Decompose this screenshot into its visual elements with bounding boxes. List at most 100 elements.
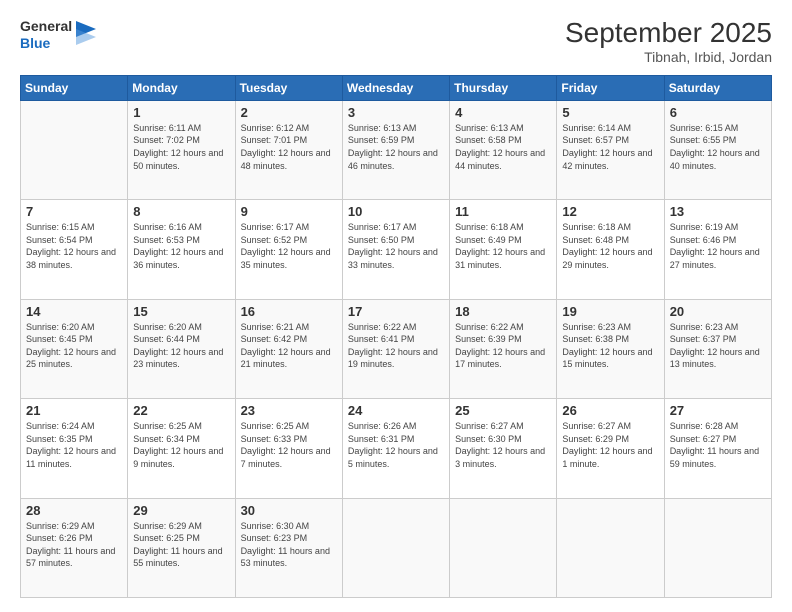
day-info: Sunrise: 6:24 AM Sunset: 6:35 PM Dayligh… [26,420,122,470]
header: GeneralBlue September 2025 Tibnah, Irbid… [20,18,772,65]
sunrise-label: Sunrise: 6:17 AM [241,222,310,232]
logo-flag-icon [76,21,96,49]
day-number: 22 [133,403,229,418]
header-tuesday: Tuesday [235,75,342,100]
sunset-label: Sunset: 6:37 PM [670,334,737,344]
sunset-label: Sunset: 6:44 PM [133,334,200,344]
day-info: Sunrise: 6:28 AM Sunset: 6:27 PM Dayligh… [670,420,766,470]
daylight-label: Daylight: 12 hours and 11 minutes. [26,446,116,469]
sunrise-label: Sunrise: 6:23 AM [670,322,739,332]
week-row-2: 7 Sunrise: 6:15 AM Sunset: 6:54 PM Dayli… [21,200,772,299]
table-cell: 23 Sunrise: 6:25 AM Sunset: 6:33 PM Dayl… [235,399,342,498]
calendar-table: Sunday Monday Tuesday Wednesday Thursday… [20,75,772,598]
daylight-label: Daylight: 12 hours and 38 minutes. [26,247,116,270]
sunrise-label: Sunrise: 6:18 AM [562,222,631,232]
daylight-label: Daylight: 12 hours and 42 minutes. [562,148,652,171]
table-cell: 1 Sunrise: 6:11 AM Sunset: 7:02 PM Dayli… [128,100,235,199]
sunrise-label: Sunrise: 6:17 AM [348,222,417,232]
daylight-label: Daylight: 12 hours and 27 minutes. [670,247,760,270]
table-cell: 28 Sunrise: 6:29 AM Sunset: 6:26 PM Dayl… [21,498,128,597]
sunset-label: Sunset: 6:35 PM [26,434,93,444]
table-cell: 4 Sunrise: 6:13 AM Sunset: 6:58 PM Dayli… [450,100,557,199]
day-info: Sunrise: 6:25 AM Sunset: 6:33 PM Dayligh… [241,420,337,470]
day-info: Sunrise: 6:21 AM Sunset: 6:42 PM Dayligh… [241,321,337,371]
daylight-label: Daylight: 12 hours and 31 minutes. [455,247,545,270]
sunset-label: Sunset: 6:30 PM [455,434,522,444]
day-info: Sunrise: 6:11 AM Sunset: 7:02 PM Dayligh… [133,122,229,172]
day-number: 10 [348,204,444,219]
table-cell: 10 Sunrise: 6:17 AM Sunset: 6:50 PM Dayl… [342,200,449,299]
sunrise-label: Sunrise: 6:26 AM [348,421,417,431]
day-number: 3 [348,105,444,120]
day-info: Sunrise: 6:18 AM Sunset: 6:49 PM Dayligh… [455,221,551,271]
day-number: 1 [133,105,229,120]
day-info: Sunrise: 6:25 AM Sunset: 6:34 PM Dayligh… [133,420,229,470]
day-number: 14 [26,304,122,319]
sunrise-label: Sunrise: 6:23 AM [562,322,631,332]
sunrise-label: Sunrise: 6:19 AM [670,222,739,232]
sunrise-label: Sunrise: 6:27 AM [455,421,524,431]
sunset-label: Sunset: 6:50 PM [348,235,415,245]
sunset-label: Sunset: 6:33 PM [241,434,308,444]
day-info: Sunrise: 6:14 AM Sunset: 6:57 PM Dayligh… [562,122,658,172]
week-row-5: 28 Sunrise: 6:29 AM Sunset: 6:26 PM Dayl… [21,498,772,597]
daylight-label: Daylight: 12 hours and 40 minutes. [670,148,760,171]
table-cell: 27 Sunrise: 6:28 AM Sunset: 6:27 PM Dayl… [664,399,771,498]
sunset-label: Sunset: 7:01 PM [241,135,308,145]
week-row-1: 1 Sunrise: 6:11 AM Sunset: 7:02 PM Dayli… [21,100,772,199]
day-number: 7 [26,204,122,219]
day-info: Sunrise: 6:17 AM Sunset: 6:52 PM Dayligh… [241,221,337,271]
table-cell: 17 Sunrise: 6:22 AM Sunset: 6:41 PM Dayl… [342,299,449,398]
table-cell: 19 Sunrise: 6:23 AM Sunset: 6:38 PM Dayl… [557,299,664,398]
day-number: 15 [133,304,229,319]
daylight-label: Daylight: 12 hours and 36 minutes. [133,247,223,270]
sunset-label: Sunset: 6:38 PM [562,334,629,344]
header-saturday: Saturday [664,75,771,100]
day-number: 8 [133,204,229,219]
day-info: Sunrise: 6:29 AM Sunset: 6:25 PM Dayligh… [133,520,229,570]
table-cell [664,498,771,597]
sunset-label: Sunset: 6:54 PM [26,235,93,245]
table-cell: 3 Sunrise: 6:13 AM Sunset: 6:59 PM Dayli… [342,100,449,199]
logo-blue: Blue [20,35,72,52]
sunrise-label: Sunrise: 6:30 AM [241,521,310,531]
day-info: Sunrise: 6:23 AM Sunset: 6:37 PM Dayligh… [670,321,766,371]
sunset-label: Sunset: 6:23 PM [241,533,308,543]
day-info: Sunrise: 6:29 AM Sunset: 6:26 PM Dayligh… [26,520,122,570]
sunrise-label: Sunrise: 6:22 AM [455,322,524,332]
sunset-label: Sunset: 6:31 PM [348,434,415,444]
table-cell: 6 Sunrise: 6:15 AM Sunset: 6:55 PM Dayli… [664,100,771,199]
daylight-label: Daylight: 12 hours and 35 minutes. [241,247,331,270]
daylight-label: Daylight: 12 hours and 21 minutes. [241,347,331,370]
daylight-label: Daylight: 12 hours and 17 minutes. [455,347,545,370]
header-sunday: Sunday [21,75,128,100]
sunrise-label: Sunrise: 6:13 AM [455,123,524,133]
day-info: Sunrise: 6:19 AM Sunset: 6:46 PM Dayligh… [670,221,766,271]
day-number: 24 [348,403,444,418]
daylight-label: Daylight: 12 hours and 7 minutes. [241,446,331,469]
sunset-label: Sunset: 6:55 PM [670,135,737,145]
day-number: 19 [562,304,658,319]
table-cell: 18 Sunrise: 6:22 AM Sunset: 6:39 PM Dayl… [450,299,557,398]
sunrise-label: Sunrise: 6:14 AM [562,123,631,133]
week-row-4: 21 Sunrise: 6:24 AM Sunset: 6:35 PM Dayl… [21,399,772,498]
day-info: Sunrise: 6:23 AM Sunset: 6:38 PM Dayligh… [562,321,658,371]
sunrise-label: Sunrise: 6:15 AM [670,123,739,133]
sunset-label: Sunset: 6:59 PM [348,135,415,145]
table-cell: 8 Sunrise: 6:16 AM Sunset: 6:53 PM Dayli… [128,200,235,299]
day-info: Sunrise: 6:16 AM Sunset: 6:53 PM Dayligh… [133,221,229,271]
page-title: September 2025 [565,18,772,49]
table-cell: 2 Sunrise: 6:12 AM Sunset: 7:01 PM Dayli… [235,100,342,199]
day-number: 25 [455,403,551,418]
table-cell: 30 Sunrise: 6:30 AM Sunset: 6:23 PM Dayl… [235,498,342,597]
day-info: Sunrise: 6:20 AM Sunset: 6:44 PM Dayligh… [133,321,229,371]
sunrise-label: Sunrise: 6:27 AM [562,421,631,431]
daylight-label: Daylight: 12 hours and 1 minute. [562,446,652,469]
day-info: Sunrise: 6:15 AM Sunset: 6:55 PM Dayligh… [670,122,766,172]
day-info: Sunrise: 6:15 AM Sunset: 6:54 PM Dayligh… [26,221,122,271]
sunset-label: Sunset: 6:42 PM [241,334,308,344]
page-subtitle: Tibnah, Irbid, Jordan [565,49,772,65]
sunset-label: Sunset: 6:25 PM [133,533,200,543]
daylight-label: Daylight: 11 hours and 53 minutes. [241,546,330,569]
sunset-label: Sunset: 6:34 PM [133,434,200,444]
